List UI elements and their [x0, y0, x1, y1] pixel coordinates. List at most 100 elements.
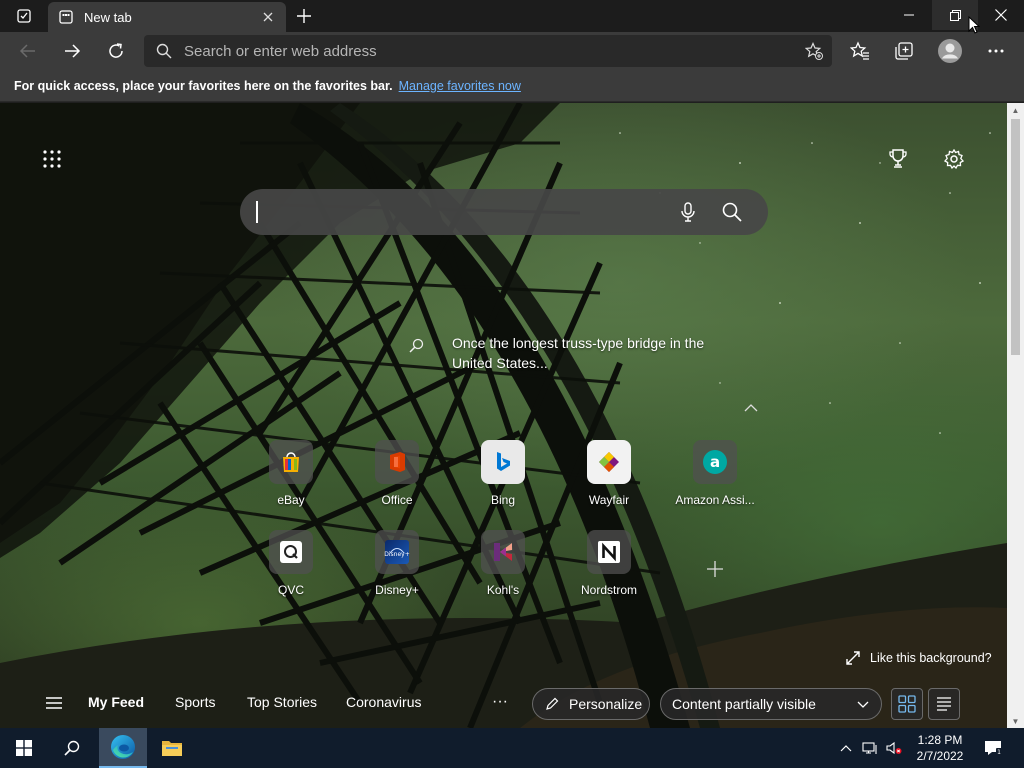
- collections-icon: [895, 42, 913, 60]
- new-tab-page-icon: [59, 10, 73, 24]
- web-search-box[interactable]: [240, 189, 768, 235]
- quick-link-tile[interactable]: Disney+ Disney+: [352, 530, 442, 610]
- quick-link-label: Office: [381, 493, 413, 507]
- new-tab-button[interactable]: [290, 4, 318, 28]
- minimize-button[interactable]: [886, 0, 932, 30]
- office-icon: [375, 440, 419, 484]
- content-visibility-dropdown[interactable]: Content partially visible: [660, 688, 882, 720]
- page-scrollbar[interactable]: ▲ ▼: [1007, 103, 1024, 728]
- scrollbar-thumb[interactable]: [1011, 119, 1020, 355]
- folder-icon: [162, 741, 182, 756]
- quick-link-tile[interactable]: Wayfair: [564, 440, 654, 520]
- text-caret: [256, 201, 258, 223]
- quick-link-tile[interactable]: QVC: [246, 530, 336, 610]
- mouse-cursor-icon: [968, 16, 980, 34]
- hamburger-menu-icon[interactable]: [44, 695, 64, 711]
- disney-plus-icon: Disney+: [375, 530, 419, 574]
- search-icon: [64, 740, 80, 756]
- windows-logo-icon: [16, 740, 32, 756]
- background-caption[interactable]: Once the longest truss-type bridge in th…: [452, 333, 722, 373]
- manage-favorites-link[interactable]: Manage favorites now: [399, 79, 521, 93]
- tab-close-button[interactable]: [260, 9, 276, 25]
- svg-text:1: 1: [997, 749, 1001, 756]
- favorites-bar: For quick access, place your favorites h…: [0, 70, 1024, 102]
- restore-icon: [949, 9, 961, 21]
- quick-link-tile[interactable]: Bing: [458, 440, 548, 520]
- tab-title: New tab: [84, 9, 132, 25]
- forward-button[interactable]: [56, 35, 88, 67]
- windows-taskbar: 1:28 PM 2/7/2022 1: [0, 728, 1024, 768]
- taskbar-edge-button[interactable]: [99, 728, 147, 768]
- kohls-icon: [481, 530, 525, 574]
- taskbar-clock[interactable]: 1:28 PM 2/7/2022: [904, 732, 976, 764]
- address-bar[interactable]: [144, 35, 832, 67]
- search-icon: [722, 202, 742, 222]
- ebay-icon: [269, 440, 313, 484]
- favorites-bar-message: For quick access, place your favorites h…: [14, 78, 393, 93]
- grid-view-button[interactable]: [891, 688, 923, 720]
- quick-link-label: Bing: [490, 493, 516, 507]
- favorites-button[interactable]: [844, 35, 876, 67]
- more-tabs-button[interactable]: ···: [492, 693, 508, 711]
- clock-date: 2/7/2022: [916, 749, 964, 763]
- personalize-button[interactable]: Personalize: [532, 688, 650, 720]
- search-submit-button[interactable]: [720, 200, 744, 224]
- list-view-button[interactable]: [928, 688, 960, 720]
- quick-link-label: Nordstrom: [580, 583, 637, 597]
- tab-new-tab[interactable]: New tab: [48, 2, 286, 32]
- settings-and-more-button[interactable]: [980, 35, 1012, 67]
- quick-link-tile[interactable]: a Amazon Assi...: [670, 440, 760, 520]
- svg-text:Disney+: Disney+: [384, 551, 410, 558]
- quick-link-tile[interactable]: Nordstrom: [564, 530, 654, 610]
- tab-sports[interactable]: Sports: [175, 694, 215, 710]
- action-center-button[interactable]: 1: [984, 740, 1002, 756]
- network-icon[interactable]: [862, 740, 878, 756]
- page-settings-button[interactable]: [940, 145, 968, 173]
- like-background-button[interactable]: Like this background?: [846, 651, 992, 665]
- notification-icon: 1: [985, 741, 1002, 756]
- edge-browser-icon: [111, 735, 135, 759]
- plus-icon: [707, 561, 723, 577]
- profile-button[interactable]: [934, 35, 966, 67]
- tab-coronavirus[interactable]: Coronavirus: [346, 694, 421, 710]
- quick-link-tile[interactable]: eBay: [246, 440, 336, 520]
- add-quick-link-button[interactable]: [702, 556, 728, 582]
- taskbar-file-explorer-button[interactable]: [148, 728, 196, 768]
- start-button[interactable]: [0, 728, 48, 768]
- chevron-down-icon: [857, 701, 869, 708]
- quick-link-label: Amazon Assi...: [675, 493, 755, 507]
- navigation-toolbar: [0, 32, 1024, 70]
- add-favorite-button[interactable]: [804, 41, 824, 61]
- volume-muted-icon[interactable]: [886, 740, 902, 756]
- rewards-button[interactable]: [884, 145, 912, 173]
- close-window-button[interactable]: [978, 0, 1024, 30]
- feed-navigation-bar: My Feed Sports Top Stories Coronavirus ·…: [0, 681, 1007, 728]
- grid-dots-icon: [43, 150, 61, 168]
- apps-launcher-button[interactable]: [38, 145, 66, 173]
- image-info-icon[interactable]: [408, 337, 426, 355]
- address-input[interactable]: [184, 42, 764, 60]
- favorites-icon: [850, 41, 869, 60]
- collections-button[interactable]: [888, 35, 920, 67]
- gear-icon: [944, 149, 964, 169]
- quick-link-label: QVC: [277, 583, 304, 597]
- content-visibility-value: Content partially visible: [672, 696, 816, 712]
- quick-link-tile[interactable]: Office: [352, 440, 442, 520]
- tab-my-feed[interactable]: My Feed: [88, 694, 144, 710]
- collapse-button[interactable]: [742, 401, 760, 415]
- quick-link-tile[interactable]: Kohl's: [458, 530, 548, 610]
- tab-top-stories[interactable]: Top Stories: [247, 694, 317, 710]
- scroll-down-arrow-icon[interactable]: ▼: [1007, 714, 1024, 728]
- tab-actions-button[interactable]: [8, 4, 40, 28]
- voice-search-button[interactable]: [676, 200, 700, 224]
- quick-link-label: Wayfair: [588, 493, 630, 507]
- quick-link-label: eBay: [277, 493, 305, 507]
- scroll-up-arrow-icon[interactable]: ▲: [1007, 103, 1024, 117]
- back-button[interactable]: [12, 35, 44, 67]
- refresh-button[interactable]: [100, 35, 132, 67]
- show-hidden-icons-button[interactable]: [838, 740, 854, 756]
- chevron-up-icon: [744, 404, 758, 412]
- nordstrom-icon: [587, 530, 631, 574]
- star-add-icon: [805, 42, 823, 60]
- taskbar-search-button[interactable]: [48, 728, 96, 768]
